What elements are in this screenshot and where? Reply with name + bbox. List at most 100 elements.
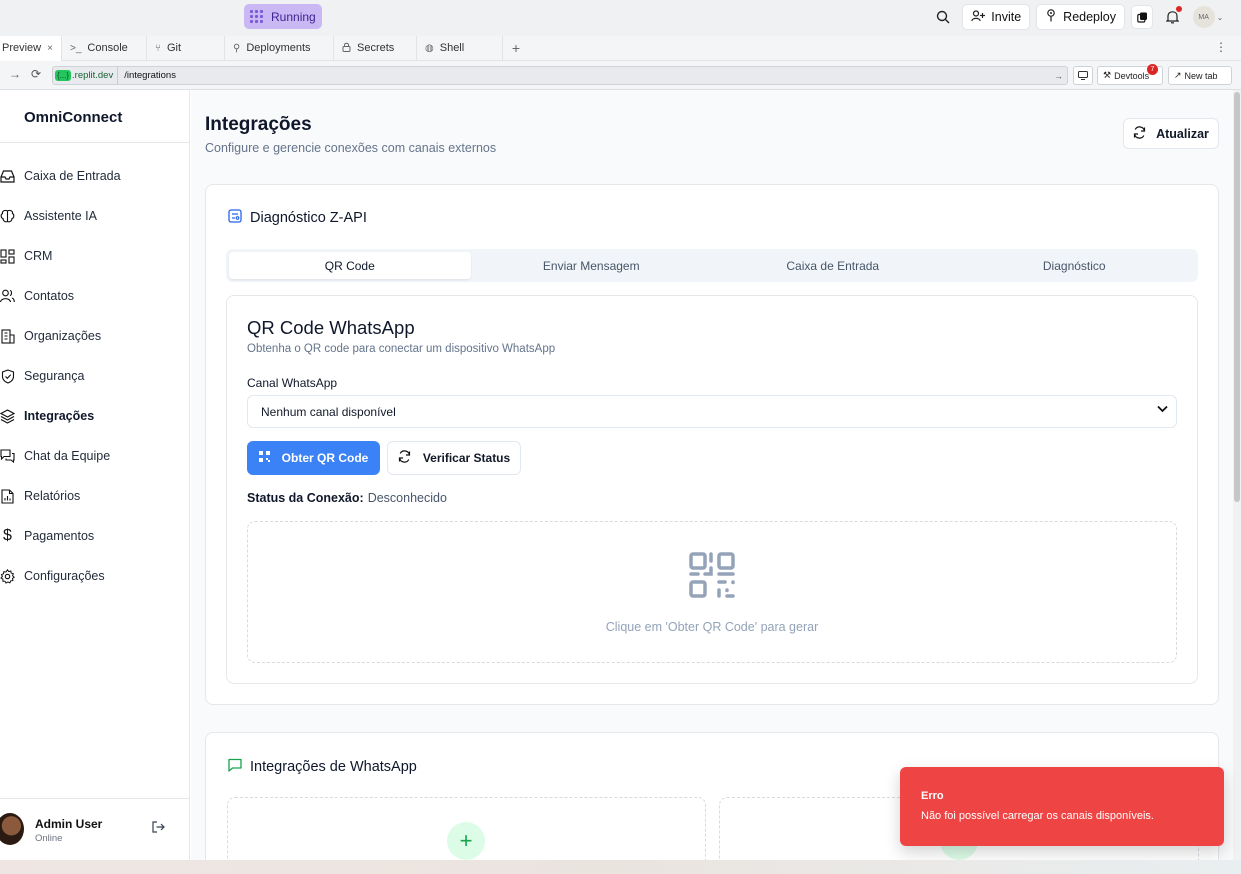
redeploy-button[interactable]: Redeploy [1036,4,1125,30]
account-menu[interactable]: MA ⌄ [1191,4,1225,30]
sidebar-item-settings[interactable]: Configurações [0,556,190,596]
verify-status-label: Verificar Status [422,451,511,465]
refresh-icon [1133,125,1146,142]
user-name: Admin User [35,817,103,831]
channel-select[interactable]: Nenhum canal disponível [247,395,1177,428]
sidebar-item-security[interactable]: Segurança [0,356,190,396]
devtools-badge: 7 [1147,64,1158,75]
sidebar-item-label: Relatórios [24,489,81,503]
logout-icon[interactable] [152,821,165,836]
sidebar-item-inbox[interactable]: Caixa de Entrada [0,156,190,196]
screen-icon[interactable] [1073,66,1093,85]
card-header: Diagnóstico Z-API [228,209,367,227]
tab-shell[interactable]: ◍ Shell [417,35,503,61]
devtools-button[interactable]: ⚒ Devtools 7 [1097,64,1163,85]
bell-icon[interactable] [1159,4,1185,30]
tab-label: Secrets [357,42,395,54]
tab-preview[interactable]: Preview × [0,35,62,61]
sidebar-item-team-chat[interactable]: Chat da Equipe [0,436,190,476]
tab-diagnostic[interactable]: Diagnóstico [954,252,1196,279]
search-icon[interactable] [930,4,956,30]
users-icon [0,289,15,304]
tab-git[interactable]: ⑂ Git [147,35,225,61]
scrollbar-thumb[interactable] [1234,92,1240,502]
invite-button[interactable]: Invite [962,4,1031,30]
reload-icon[interactable]: ⟳ [31,67,41,81]
sidebar-item-contacts[interactable]: Contatos [0,276,190,316]
avatar: MA [1192,6,1215,28]
new-tab-button[interactable]: ↗ New tab [1168,66,1232,85]
brain-icon [0,209,15,224]
sidebar-item-crm[interactable]: CRM [0,236,190,276]
url-bar[interactable]: {...} .replit.dev /integrations → [52,66,1068,85]
plus-icon: + [447,822,485,860]
tab-secrets[interactable]: Secrets [334,35,417,61]
go-arrow-icon[interactable]: → [1054,71,1063,81]
new-tab-label: New tab [1184,70,1218,81]
channel-select-value: Nenhum canal disponível [261,404,396,419]
dollar-icon: $ [3,527,12,544]
qr-placeholder: Clique em 'Obter QR Code' para gerar [247,521,1177,663]
divider [0,142,190,143]
chat-icon [0,449,15,464]
deploy-icon: ⚲ [233,42,241,54]
run-grid-icon [248,8,265,25]
tab-label: Preview [2,42,42,54]
sidebar: OmniConnect Caixa de Entrada Assistente … [0,90,190,860]
sidebar-item-payments[interactable]: $ Pagamentos [0,516,190,556]
sidebar-item-label: Configurações [24,569,105,583]
sidebar-item-integrations[interactable]: Integrações [0,396,190,436]
toast-title: Erro [921,790,944,802]
new-tab-plus-icon[interactable]: + [503,40,529,56]
tab-inbox[interactable]: Caixa de Entrada [712,252,954,279]
git-icon: ⑂ [155,42,161,54]
refresh-button[interactable]: Atualizar [1123,118,1219,149]
replit-tab-row: Preview × >_ Console ⑂ Git ⚲ Deployments… [0,35,1241,61]
devtools-label: Devtools [1114,70,1150,81]
scrollbar[interactable] [1233,90,1241,860]
desktop-background [0,860,1241,874]
close-icon[interactable]: × [47,43,53,54]
more-vertical-icon[interactable]: ⋮ [1215,40,1227,54]
wrench-icon: ⚒ [1103,70,1112,80]
external-link-icon: ↗ [1174,70,1182,80]
avatar [0,813,24,845]
tab-console[interactable]: >_ Console [62,35,147,61]
running-status-button[interactable]: Running [244,4,322,29]
report-icon [0,488,15,504]
panel-subtitle: Obtenha o QR code para conectar um dispo… [247,343,556,355]
qr-code-panel: QR Code WhatsApp Obtenha o QR code para … [226,295,1198,684]
tab-deployments[interactable]: ⚲ Deployments [225,35,334,61]
sidebar-item-label: Integrações [24,409,95,423]
tab-label: Deployments [246,42,311,54]
user-status: Online [35,833,63,844]
shield-icon [0,368,15,384]
verify-status-button[interactable]: Verificar Status [387,441,521,475]
qr-hint-text: Clique em 'Obter QR Code' para gerar [605,620,819,634]
connection-status-label: Status da Conexão: [247,491,364,505]
tab-qr-code[interactable]: QR Code [229,252,471,279]
error-toast[interactable]: Erro Não foi possível carregar os canais… [900,767,1224,846]
sidebar-item-label: Contatos [24,289,75,303]
forward-arrow-icon[interactable]: → [9,67,21,81]
add-integration-box[interactable]: + [227,797,706,860]
gear-icon [0,568,15,584]
notification-dot [1176,6,1182,12]
qr-code-icon [258,451,270,465]
tab-send-message[interactable]: Enviar Mensagem [471,252,713,279]
chevron-down-icon: ⌄ [1216,12,1224,22]
invite-label: Invite [991,10,1022,24]
brand-logo-text: OmniConnect [24,109,123,126]
deploy-icon [1045,9,1057,25]
sidebar-item-label: CRM [24,249,53,263]
sidebar-item-label: Chat da Equipe [24,449,111,463]
replit-topbar: Running Invite Redeploy MA ⌄ [0,0,1241,36]
sidebar-item-reports[interactable]: Relatórios [0,476,190,516]
get-qr-code-label: Obter QR Code [281,451,369,465]
sidebar-item-ai-assistant[interactable]: Assistente IA [0,196,190,236]
get-qr-code-button[interactable]: Obter QR Code [247,441,380,475]
sidebar-item-organizations[interactable]: Organizações [0,316,190,356]
multiplayer-icon[interactable] [1131,5,1153,29]
sidebar-item-label: Caixa de Entrada [24,169,121,183]
sidebar-item-label: Organizações [24,329,102,343]
